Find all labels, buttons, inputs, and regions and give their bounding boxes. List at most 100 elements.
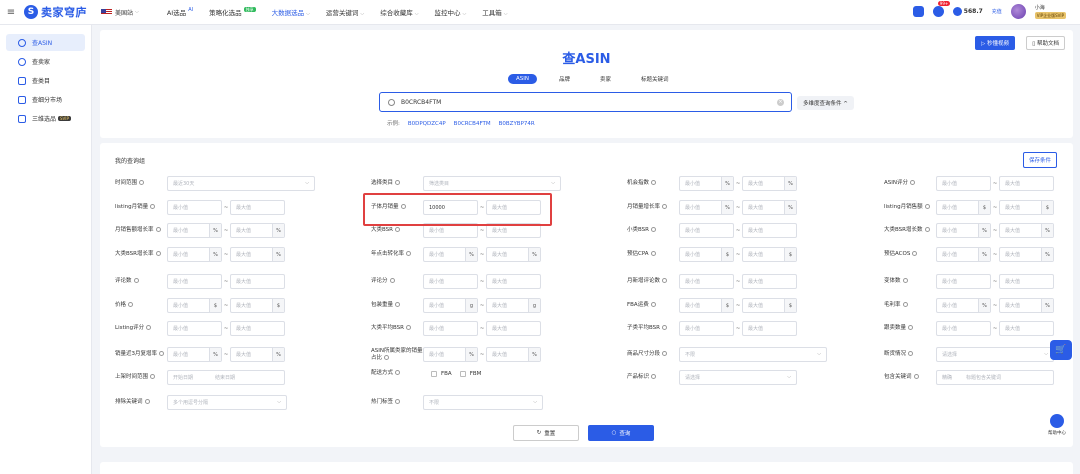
filter-input[interactable]: 最大值 $ — [742, 298, 797, 313]
filter-input[interactable]: 最大值 $ — [742, 247, 797, 262]
filter-input[interactable]: 最小值% — [167, 223, 222, 238]
sidebar-item-market[interactable]: 查细分市场 — [6, 91, 85, 108]
info-icon[interactable] — [662, 325, 667, 330]
filter-input[interactable]: 最大值% — [999, 247, 1054, 262]
info-icon[interactable] — [908, 351, 914, 356]
tab-asin[interactable]: ASIN — [508, 74, 537, 84]
info-icon[interactable] — [155, 251, 161, 256]
help-center[interactable]: 帮助中心 — [1048, 414, 1066, 436]
info-icon[interactable] — [662, 351, 668, 356]
tab-title-keyword[interactable]: 标题关键词 — [633, 73, 677, 85]
filter-input[interactable]: 请选择 ⌵ — [936, 347, 1054, 362]
filter-input[interactable]: 最大值 — [742, 274, 797, 289]
sidebar-item-3d[interactable]: 三维选品 SVIP — [6, 110, 85, 127]
menu-icon[interactable]: ≡ — [0, 7, 22, 18]
info-icon[interactable] — [651, 180, 657, 185]
filter-input[interactable]: 最近30天 ⌵ — [167, 176, 315, 191]
filter-input[interactable]: 筛选类目 ⌵ — [423, 176, 561, 191]
filter-input[interactable]: 最大值 $ — [999, 200, 1054, 215]
info-icon[interactable] — [913, 374, 919, 379]
info-icon[interactable] — [908, 325, 914, 330]
example-link[interactable]: B0DPQDZC4P — [408, 121, 446, 127]
filter-input[interactable]: 最大值 g — [486, 298, 541, 313]
info-icon[interactable] — [155, 227, 161, 232]
filter-input[interactable]: 开始日期 结束日期 — [167, 370, 285, 385]
filter-input[interactable]: 最大值% — [230, 223, 285, 238]
example-link[interactable]: B0CRCB4FTM — [454, 121, 491, 127]
filter-input[interactable]: 最大值 — [999, 321, 1054, 336]
filter-input[interactable]: 最小值% — [423, 347, 478, 362]
info-icon[interactable] — [406, 251, 412, 256]
search-input[interactable]: B0CRCB4FTM × — [379, 92, 792, 112]
info-icon[interactable] — [389, 278, 395, 283]
app-icon[interactable] — [912, 6, 924, 17]
filter-input[interactable]: 最大值% — [486, 347, 541, 362]
info-icon[interactable] — [128, 302, 134, 307]
info-icon[interactable] — [384, 354, 390, 360]
filter-input[interactable]: 最小值% — [679, 176, 734, 191]
info-icon[interactable] — [910, 180, 915, 185]
filter-input[interactable]: 最大值% — [999, 223, 1054, 238]
sidebar-item-asin[interactable]: 查ASIN — [6, 34, 85, 51]
checkbox[interactable] — [459, 370, 466, 377]
filter-input[interactable]: 最大值% — [742, 200, 797, 215]
filter-input[interactable]: 最小值 — [936, 321, 991, 336]
info-icon[interactable] — [924, 204, 930, 209]
nav-monitor[interactable]: 监控中心 ⌵ — [434, 7, 466, 17]
info-icon[interactable] — [650, 251, 656, 256]
filter-input[interactable]: 最小值% — [936, 247, 991, 262]
nav-keywords[interactable]: 运营关键词 ⌵ — [326, 7, 364, 17]
filter-input[interactable]: 最小值 — [423, 274, 478, 289]
filter-input[interactable]: 最小值 $ — [679, 247, 734, 262]
end-date[interactable]: 结束日期 — [215, 374, 235, 381]
filter-input[interactable]: 最小值 — [936, 274, 991, 289]
site-selector[interactable]: 美国站 ⌵ — [101, 8, 139, 17]
nav-ai[interactable]: AI选品 AI — [167, 7, 193, 17]
filter-input[interactable]: 最大值 — [486, 274, 541, 289]
sidebar-item-seller[interactable]: 查卖家 — [6, 53, 85, 70]
info-icon[interactable] — [662, 204, 668, 209]
filter-input[interactable]: 最小值 $ — [936, 200, 991, 215]
filter-input[interactable]: 最小值 — [167, 200, 222, 215]
filter-input[interactable]: 多个用逗号分隔 ⌵ — [167, 395, 287, 410]
info-icon[interactable] — [139, 180, 145, 185]
info-icon[interactable] — [902, 278, 908, 283]
tab-seller[interactable]: 卖家 — [592, 73, 619, 85]
save-conditions-button[interactable]: 保存条件 — [1022, 152, 1057, 168]
filter-input[interactable]: 最大值% — [486, 247, 541, 262]
filter-input[interactable]: 最小值 $ — [167, 298, 222, 313]
sidebar-item-category[interactable]: 查类目 — [6, 72, 85, 89]
nav-favorites[interactable]: 综合收藏库 ⌵ — [380, 7, 418, 17]
filter-input[interactable]: 精确 标题包含关键词 — [936, 370, 1054, 385]
query-button[interactable]: ○ 查询 — [588, 425, 654, 441]
info-icon[interactable] — [133, 278, 139, 283]
user-info[interactable]: 小海 VIP企业版SVIP — [1034, 5, 1066, 19]
filter-input[interactable]: 最小值 — [679, 223, 734, 238]
info-icon[interactable] — [662, 278, 668, 283]
info-icon[interactable] — [146, 325, 152, 330]
multi-condition-toggle[interactable]: 多维度查询条件 ^ — [797, 96, 854, 110]
filter-input[interactable]: 最大值% — [230, 347, 285, 362]
filter-input[interactable]: 不限 ⌵ — [679, 347, 827, 362]
filter-input[interactable]: 请选择 ⌵ — [679, 370, 797, 385]
filter-input[interactable]: 最大值% — [230, 247, 285, 262]
filter-input[interactable]: 不限 ⌵ — [423, 395, 543, 410]
info-icon[interactable] — [651, 374, 657, 379]
filter-input[interactable]: 最小值 — [679, 274, 734, 289]
info-icon[interactable] — [395, 302, 401, 307]
tab-brand[interactable]: 品牌 — [551, 73, 578, 85]
filter-input[interactable]: 最小值 — [423, 321, 478, 336]
nav-bigdata[interactable]: 大数据选品 ⌵ — [272, 7, 310, 17]
filter-input[interactable]: 最小值 — [167, 274, 222, 289]
filter-input[interactable]: 最大值 — [230, 321, 285, 336]
logo[interactable]: S 卖家穹庐 — [24, 4, 87, 20]
clear-icon[interactable]: × — [777, 99, 784, 106]
filter-input[interactable]: 最小值% — [167, 347, 222, 362]
filter-input[interactable]: 最大值 — [999, 274, 1054, 289]
info-icon[interactable] — [150, 374, 156, 379]
info-icon[interactable] — [902, 302, 908, 307]
reset-button[interactable]: ↻ 重置 — [513, 425, 579, 441]
filter-input[interactable]: 最大值 — [742, 321, 797, 336]
info-icon[interactable] — [395, 399, 401, 404]
recharge-link[interactable]: 充值 — [992, 8, 1002, 15]
